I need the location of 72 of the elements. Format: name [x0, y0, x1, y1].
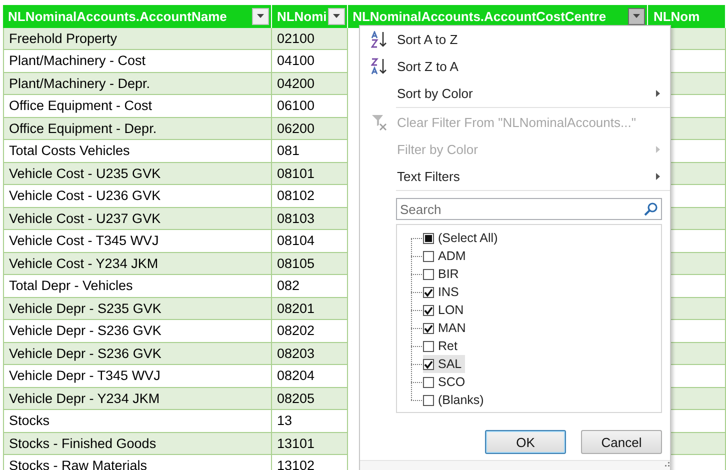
checkbox[interactable] [423, 394, 434, 406]
table-cell: 08202 [272, 320, 348, 342]
table-cell: 06200 [272, 118, 348, 140]
table-cell: 08203 [272, 342, 348, 365]
table-cell: Vehicle Cost - U236 GVK [3, 185, 272, 208]
checkbox[interactable] [423, 322, 434, 334]
table-cell: 13101 [272, 432, 348, 455]
table-cell: 08104 [272, 230, 348, 252]
table-cell: 081 [272, 140, 348, 162]
caret-icon [256, 14, 264, 18]
table-cell: 13 [272, 410, 348, 432]
column-header: NLNominalAccounts.AccountName [8, 8, 228, 24]
submenu-arrow-icon [656, 173, 660, 180]
checkbox[interactable] [423, 268, 434, 280]
table-cell: Vehicle Depr - S236 GVK [3, 342, 272, 365]
table-cell: 08201 [272, 298, 348, 320]
table-cell: Vehicle Cost - U237 GVK [3, 208, 272, 230]
dialog-button[interactable]: OK [485, 430, 566, 454]
resize-grip-icon[interactable] [662, 461, 670, 469]
table-cell: 082 [272, 275, 348, 298]
search-field[interactable]: Search [396, 198, 662, 220]
column-header: NLNom [653, 8, 700, 24]
table-cell: 04100 [272, 50, 348, 72]
caret-icon [633, 14, 640, 18]
table-cell: Vehicle Depr - T345 WVJ [3, 365, 272, 388]
table-cell: Total Costs Vehicles [3, 140, 272, 162]
table-cell: Vehicle Cost - U235 GVK [3, 162, 272, 185]
table-cell: Vehicle Depr - Y234 JKM [3, 388, 272, 410]
checkbox[interactable] [423, 286, 434, 298]
table-cell: Office Equipment - Depr. [3, 118, 272, 140]
table-cell: Vehicle Cost - Y234 JKM [3, 252, 272, 275]
table-cell: 04200 [272, 72, 348, 95]
clear-filter-icon [371, 114, 388, 131]
filter-dropdown-button[interactable] [328, 8, 345, 25]
column-header: NLNomi [276, 8, 328, 24]
table-cell: Freehold Property [3, 28, 272, 50]
table-cell: 08105 [272, 252, 348, 275]
table-cell: Plant/Machinery - Depr. [3, 72, 272, 95]
table-cell: Stocks [3, 410, 272, 432]
submenu-arrow-icon [656, 146, 660, 153]
table-cell: 08103 [272, 208, 348, 230]
sort-descending-icon [370, 58, 388, 75]
table-cell: Vehicle Depr - S235 GVK [3, 298, 272, 320]
table-cell: 08205 [272, 388, 348, 410]
checkbox[interactable] [423, 250, 434, 262]
table-cell: 08101 [272, 162, 348, 185]
menu-item[interactable]: Sort A to Z [362, 26, 670, 53]
filter-dropdown-button[interactable] [628, 8, 646, 25]
table-cell: Office Equipment - Cost [3, 95, 272, 118]
menu-item[interactable]: Text Filters [362, 163, 670, 191]
table-cell: Stocks - Finished Goods [3, 432, 272, 455]
checkbox[interactable] [423, 340, 434, 352]
dialog-button[interactable]: Cancel [581, 430, 662, 454]
table-cell: 08204 [272, 365, 348, 388]
table-cell: Plant/Machinery - Cost [3, 50, 272, 72]
table-cell: Vehicle Cost - T345 WVJ [3, 230, 272, 252]
table-cell: Vehicle Depr - S236 GVK [3, 320, 272, 342]
checkbox[interactable] [423, 304, 434, 316]
menu-item[interactable]: Sort by Color [362, 80, 670, 108]
submenu-arrow-icon [656, 90, 660, 97]
checkbox[interactable] [423, 376, 434, 388]
table-cell: Total Depr - Vehicles [3, 275, 272, 298]
search-icon[interactable] [644, 202, 658, 216]
caret-icon [332, 14, 340, 18]
table-cell: 06100 [272, 95, 348, 118]
checkbox[interactable] [423, 358, 434, 370]
filter-dropdown-button[interactable] [252, 8, 269, 25]
sort-ascending-icon [370, 31, 388, 48]
column-header: NLNominalAccounts.AccountCostCentre [352, 8, 608, 24]
table-cell: 02100 [272, 28, 348, 50]
menu-item[interactable]: Sort Z to A [362, 53, 670, 80]
table-cell: 08102 [272, 185, 348, 208]
